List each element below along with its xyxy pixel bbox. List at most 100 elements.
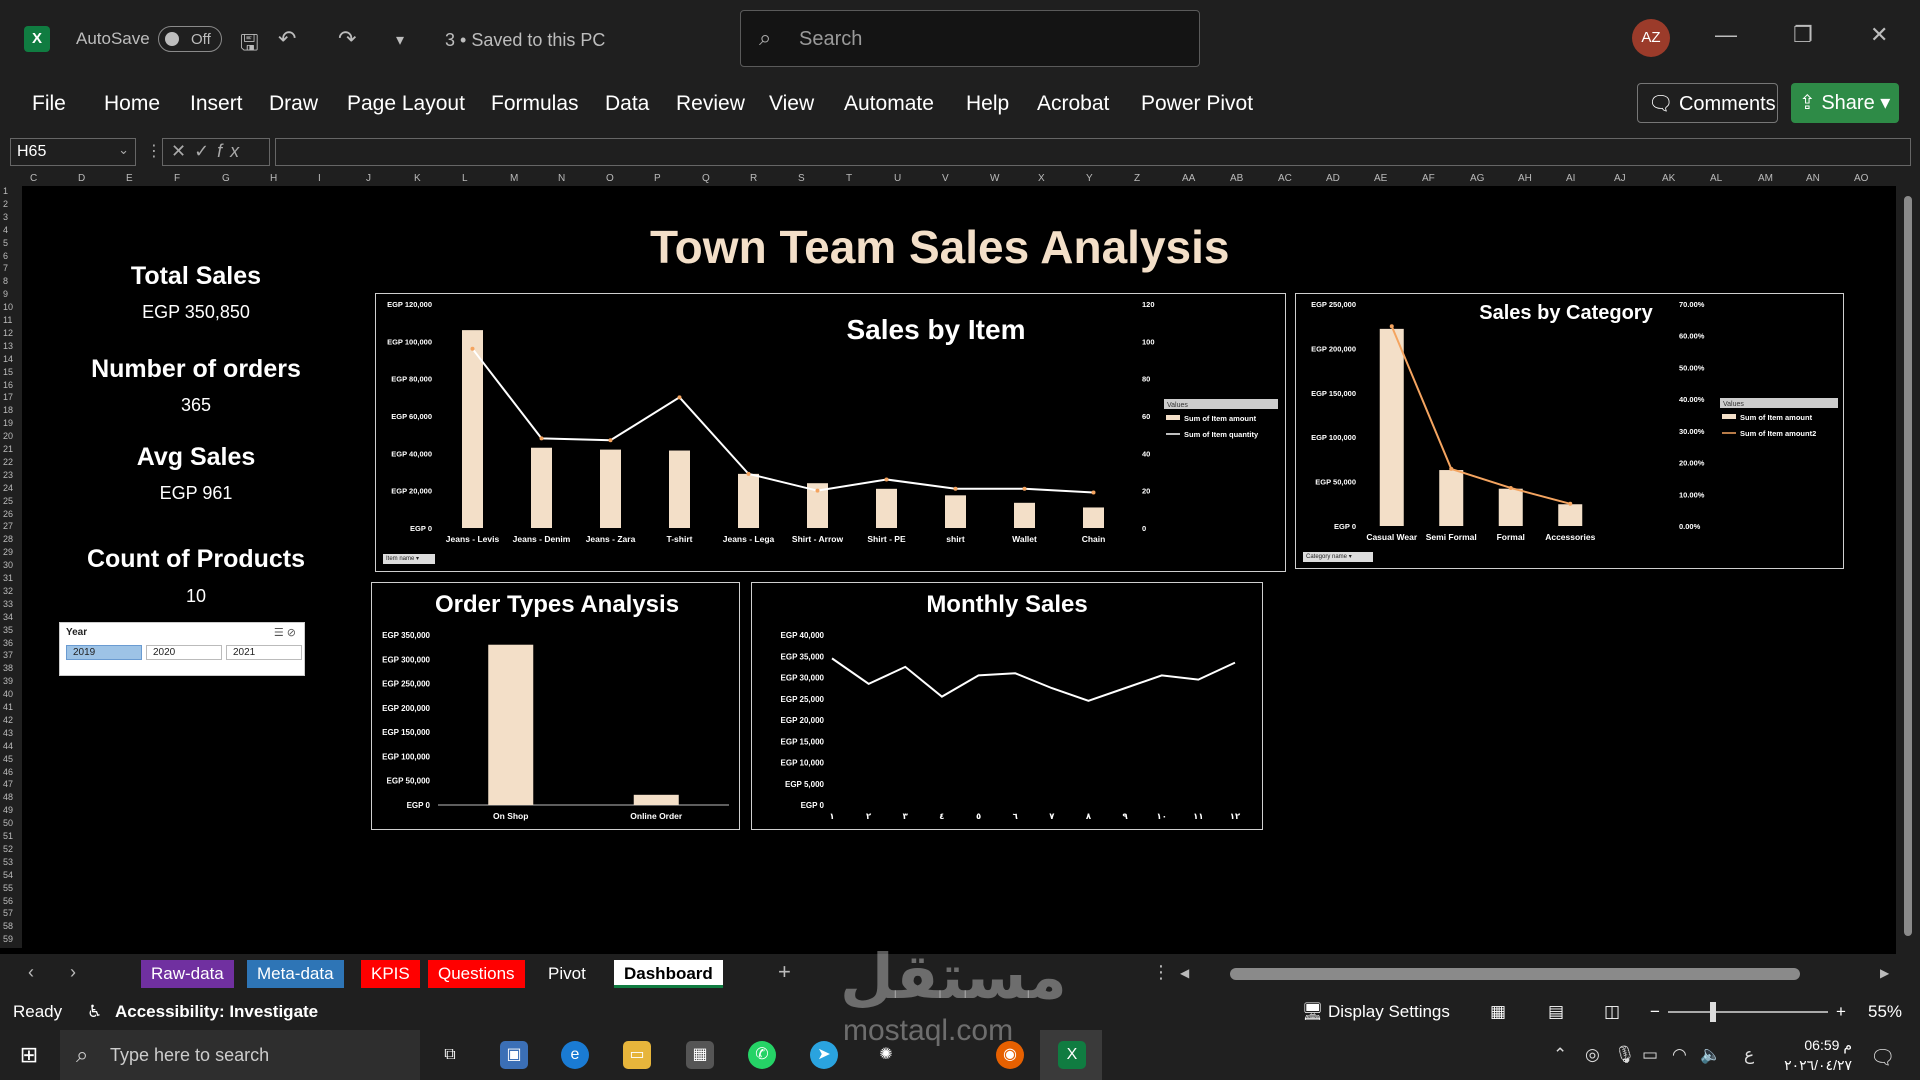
column-header[interactable]: O bbox=[606, 173, 614, 184]
menu-file[interactable]: File bbox=[32, 92, 66, 116]
column-header[interactable]: AB bbox=[1230, 173, 1243, 184]
row-header[interactable]: 4 bbox=[3, 225, 8, 235]
column-header[interactable]: V bbox=[942, 173, 949, 184]
slicer-multiselect-icon[interactable]: ☰ ⊘ bbox=[274, 626, 296, 639]
name-box[interactable]: H65 ⌄ bbox=[10, 138, 136, 166]
language-indicator[interactable]: ع bbox=[1744, 1045, 1754, 1065]
row-header[interactable]: 40 bbox=[3, 689, 13, 699]
zoom-out-icon[interactable]: − bbox=[1650, 1002, 1660, 1022]
column-header[interactable]: AN bbox=[1806, 173, 1820, 184]
share-button[interactable]: ⇪ Share ▾ bbox=[1791, 83, 1899, 123]
tab-pivot[interactable]: Pivot bbox=[538, 960, 596, 988]
row-header[interactable]: 25 bbox=[3, 496, 13, 506]
menu-insert[interactable]: Insert bbox=[190, 92, 243, 116]
edge-icon[interactable]: e bbox=[561, 1041, 589, 1069]
row-header[interactable]: 53 bbox=[3, 857, 13, 867]
column-header[interactable]: Q bbox=[702, 173, 710, 184]
row-header[interactable]: 21 bbox=[3, 444, 13, 454]
tab-meta-data[interactable]: Meta-data bbox=[247, 960, 344, 988]
more-options-icon[interactable]: ⋮ bbox=[146, 141, 162, 161]
row-header[interactable]: 45 bbox=[3, 754, 13, 764]
column-header[interactable]: J bbox=[366, 173, 371, 184]
row-header[interactable]: 44 bbox=[3, 741, 13, 751]
taskbar-search[interactable]: ⌕ Type here to search bbox=[60, 1030, 420, 1080]
column-header[interactable]: AJ bbox=[1614, 173, 1626, 184]
scroll-left-icon[interactable]: ◀ bbox=[1180, 966, 1189, 980]
row-header[interactable]: 24 bbox=[3, 483, 13, 493]
column-header[interactable]: AO bbox=[1854, 173, 1868, 184]
tab-next-icon[interactable]: › bbox=[70, 962, 76, 983]
column-header[interactable]: AF bbox=[1422, 173, 1435, 184]
zoom-in-icon[interactable]: + bbox=[1836, 1002, 1846, 1022]
row-header[interactable]: 19 bbox=[3, 418, 13, 428]
menu-review[interactable]: Review bbox=[676, 92, 745, 116]
tab-raw-data[interactable]: Raw-data bbox=[141, 960, 234, 988]
row-header[interactable]: 31 bbox=[3, 573, 13, 583]
row-header[interactable]: 35 bbox=[3, 625, 13, 635]
formula-buttons[interactable]: ✕✓fx bbox=[162, 138, 270, 166]
menu-home[interactable]: Home bbox=[104, 92, 160, 116]
row-header[interactable]: 10 bbox=[3, 302, 13, 312]
row-header[interactable]: 50 bbox=[3, 818, 13, 828]
column-header[interactable]: AC bbox=[1278, 173, 1292, 184]
more-options-icon[interactable]: ⋮ bbox=[1152, 962, 1170, 983]
scroll-thumb[interactable] bbox=[1904, 196, 1912, 936]
row-header[interactable]: 58 bbox=[3, 921, 13, 931]
column-header[interactable]: AL bbox=[1710, 173, 1722, 184]
row-header[interactable]: 48 bbox=[3, 792, 13, 802]
customize-toolbar-icon[interactable]: ▾ bbox=[396, 30, 404, 50]
menu-power-pivot[interactable]: Power Pivot bbox=[1141, 92, 1253, 116]
slicer-item-2019[interactable]: 2019 bbox=[66, 645, 142, 660]
tab-kpis[interactable]: KPIS bbox=[361, 960, 420, 988]
add-sheet-icon[interactable]: + bbox=[778, 959, 791, 985]
row-header[interactable]: 13 bbox=[3, 341, 13, 351]
redo-icon[interactable]: ↷ bbox=[338, 26, 356, 52]
column-header[interactable]: F bbox=[174, 173, 180, 184]
column-header[interactable]: K bbox=[414, 173, 421, 184]
microphone-icon[interactable]: 🎙 bbox=[1614, 1045, 1636, 1065]
column-header[interactable]: S bbox=[798, 173, 805, 184]
row-header[interactable]: 15 bbox=[3, 367, 13, 377]
row-header[interactable]: 6 bbox=[3, 251, 8, 261]
windows-start-icon[interactable]: ⊞ bbox=[15, 1041, 43, 1069]
zoom-slider-knob[interactable] bbox=[1710, 1002, 1716, 1022]
column-header[interactable]: H bbox=[270, 173, 277, 184]
scroll-right-icon[interactable]: ▶ bbox=[1880, 966, 1889, 980]
row-header[interactable]: 28 bbox=[3, 534, 13, 544]
row-header[interactable]: 20 bbox=[3, 431, 13, 441]
column-header[interactable]: AH bbox=[1518, 173, 1532, 184]
document-status[interactable]: 3 • Saved to this PC bbox=[445, 30, 605, 51]
save-icon[interactable]: 🖫 bbox=[240, 26, 259, 64]
column-header[interactable]: I bbox=[318, 173, 321, 184]
row-header[interactable]: 32 bbox=[3, 586, 13, 596]
zoom-level[interactable]: 55% bbox=[1868, 1002, 1902, 1022]
column-header[interactable]: D bbox=[78, 173, 85, 184]
vertical-scrollbar[interactable] bbox=[1896, 178, 1920, 954]
column-header[interactable]: C bbox=[30, 173, 37, 184]
row-header[interactable]: 43 bbox=[3, 728, 13, 738]
column-header[interactable]: AD bbox=[1326, 173, 1340, 184]
row-header[interactable]: 23 bbox=[3, 470, 13, 480]
field-button-item-name[interactable]: Item name ▾ bbox=[383, 554, 435, 564]
row-header[interactable]: 37 bbox=[3, 650, 13, 660]
menu-data[interactable]: Data bbox=[605, 92, 649, 116]
menu-draw[interactable]: Draw bbox=[269, 92, 318, 116]
row-header[interactable]: 51 bbox=[3, 831, 13, 841]
row-header[interactable]: 5 bbox=[3, 238, 8, 248]
menu-view[interactable]: View bbox=[769, 92, 814, 116]
tab-prev-icon[interactable]: ‹ bbox=[28, 962, 34, 983]
page-layout-view-icon[interactable]: ▤ bbox=[1548, 1002, 1564, 1022]
file-explorer-icon[interactable]: ▭ bbox=[623, 1041, 651, 1069]
page-break-view-icon[interactable]: ◫ bbox=[1604, 1002, 1620, 1022]
row-header[interactable]: 38 bbox=[3, 663, 13, 673]
whatsapp-icon[interactable]: ✆ bbox=[748, 1041, 776, 1069]
wifi-icon[interactable]: ◠ bbox=[1672, 1045, 1687, 1065]
row-header[interactable]: 52 bbox=[3, 844, 13, 854]
close-icon[interactable]: ✕ bbox=[1870, 22, 1888, 48]
column-header[interactable]: M bbox=[510, 173, 518, 184]
row-header[interactable]: 14 bbox=[3, 354, 13, 364]
row-header[interactable]: 2 bbox=[3, 199, 8, 209]
row-header[interactable]: 11 bbox=[3, 315, 12, 325]
order-types-chart[interactable]: Order Types Analysis EGP 0 EGP 50,000 EGP … bbox=[371, 582, 740, 830]
battery-icon[interactable]: ▭ bbox=[1642, 1045, 1658, 1065]
